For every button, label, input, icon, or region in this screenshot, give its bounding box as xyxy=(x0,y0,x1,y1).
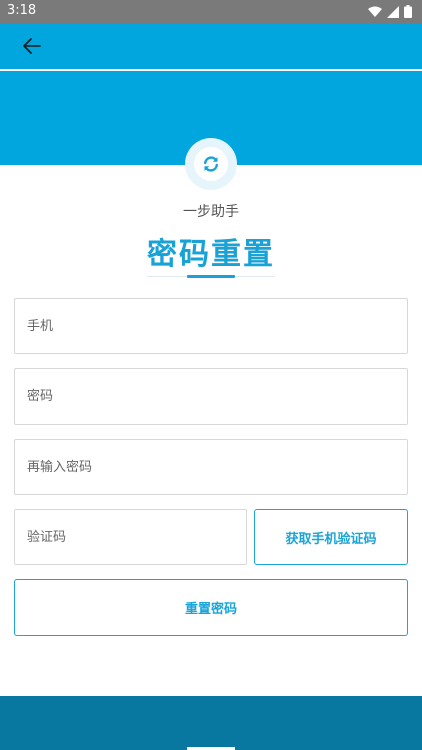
wifi-icon xyxy=(368,6,382,17)
signal-icon xyxy=(387,5,399,18)
page-subtitle: 一步助手 xyxy=(183,204,239,220)
status-bar: 3:18 xyxy=(0,0,422,23)
password-input[interactable] xyxy=(14,368,408,425)
phone-input[interactable] xyxy=(14,298,408,354)
page-title: 密码重置 xyxy=(147,237,275,272)
bottom-bar xyxy=(0,696,422,750)
back-button[interactable] xyxy=(18,34,46,58)
title-accent-bar xyxy=(187,275,235,278)
reset-password-button[interactable]: 重置密码 xyxy=(14,579,408,636)
password-confirm-input[interactable] xyxy=(14,439,408,495)
verification-code-input[interactable] xyxy=(14,509,247,565)
toolbar xyxy=(0,23,422,69)
arrow-left-icon xyxy=(23,38,41,54)
refresh-icon xyxy=(204,156,218,172)
logo xyxy=(185,138,237,190)
battery-icon xyxy=(404,5,412,18)
get-verification-code-button[interactable]: 获取手机验证码 xyxy=(254,509,408,565)
logo-inner xyxy=(194,147,228,181)
status-icons xyxy=(368,4,412,19)
status-time: 3:18 xyxy=(7,3,37,18)
